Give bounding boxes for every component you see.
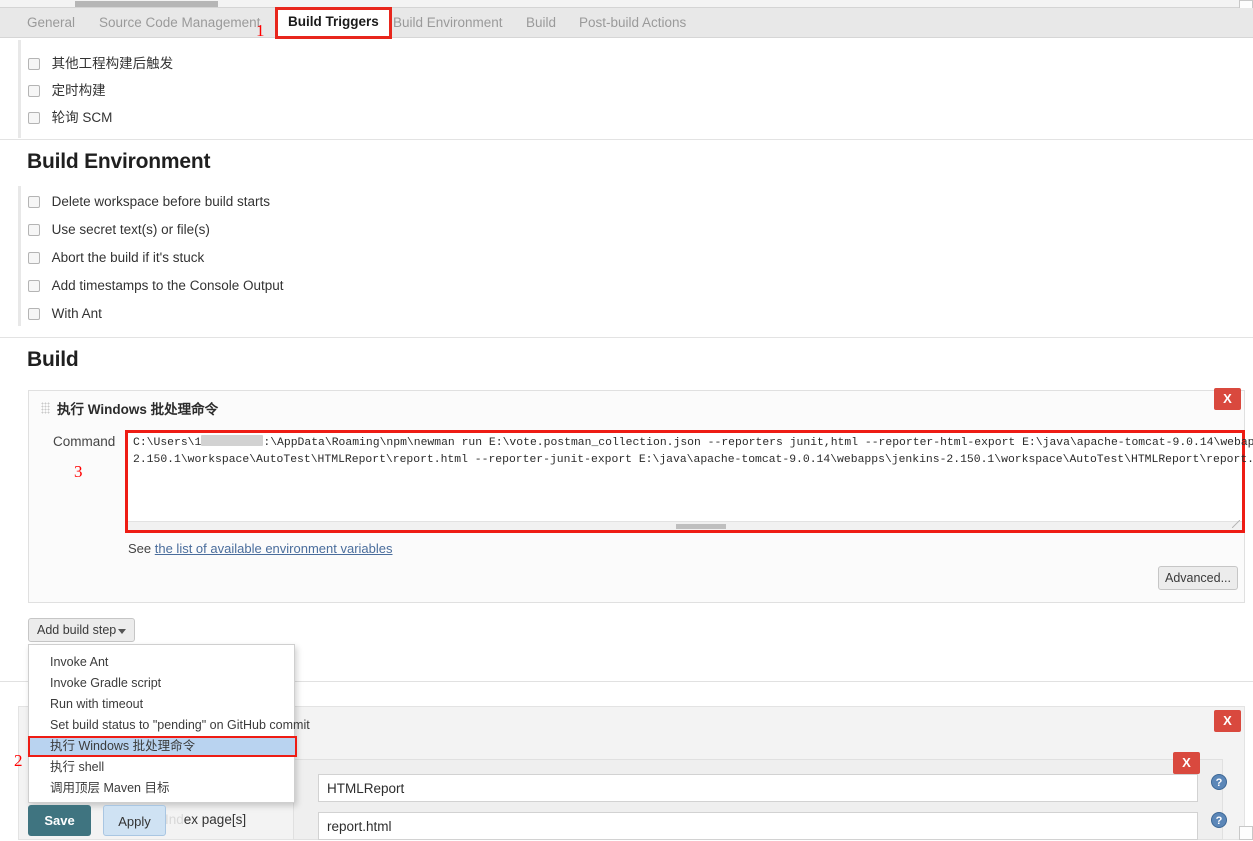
env-vars-hint: See the list of available environment va… xyxy=(128,541,393,556)
checkbox-label: Use secret text(s) or file(s) xyxy=(51,222,210,237)
checkbox-row-use-secret-text[interactable]: Use secret text(s) or file(s) xyxy=(28,222,210,244)
add-build-step-dropdown[interactable]: Invoke Ant Invoke Gradle script Run with… xyxy=(28,644,310,803)
checkbox-with-ant[interactable] xyxy=(28,308,40,320)
chevron-down-icon xyxy=(118,629,126,634)
redacted-username xyxy=(201,435,264,446)
command-textarea-wrapper[interactable]: C:\Users\1 :\AppData\Roaming\npm\newman r… xyxy=(125,430,1253,533)
apply-button[interactable]: Apply xyxy=(103,805,166,836)
index-pages-label-visible: ex page[s] xyxy=(183,812,247,827)
dropdown-item-run-with-timeout[interactable]: Run with timeout xyxy=(29,694,294,715)
checkbox-other-project-trigger[interactable] xyxy=(28,58,40,70)
config-tab-bar: General Source Code Management Build Tri… xyxy=(0,7,1253,39)
annotation-2: 2 xyxy=(14,751,23,770)
save-button[interactable]: Save xyxy=(28,805,91,836)
advanced-button[interactable]: Advanced... xyxy=(1158,566,1238,590)
remove-build-step-button[interactable]: X xyxy=(1214,388,1241,410)
tab-build[interactable]: Build xyxy=(524,8,558,38)
dropdown-item-execute-shell[interactable]: 执行 shell xyxy=(29,757,294,778)
command-line-2: 2.150.1\workspace\AutoTest\HTMLReport\re… xyxy=(133,454,1253,466)
checkbox-label: Add timestamps to the Console Output xyxy=(51,278,284,293)
annotation-3: 3 xyxy=(74,462,83,481)
command-line-1-rest: :\AppData\Roaming\npm\newman run E:\vote… xyxy=(263,437,1253,449)
remove-report-entry-button[interactable]: X xyxy=(1173,752,1200,774)
checkbox-row-other-project-trigger[interactable]: 其他工程构建后触发 xyxy=(28,52,173,74)
window-corner-resize[interactable] xyxy=(1239,826,1253,840)
dropdown-item-set-build-status[interactable]: Set build status to "pending" on GitHub … xyxy=(29,715,310,736)
checkbox-label: With Ant xyxy=(51,306,102,321)
section-left-edge-env xyxy=(18,186,21,326)
command-line-1: C:\Users\1 :\AppData\Roaming\npm\newman r… xyxy=(133,435,1253,452)
command-label: Command xyxy=(53,434,116,449)
tab-source-code-management[interactable]: Source Code Management xyxy=(97,8,262,38)
checkbox-poll-scm[interactable] xyxy=(28,112,40,124)
checkbox-label: 定时构建 xyxy=(51,83,106,98)
dropdown-item-invoke-gradle[interactable]: Invoke Gradle script xyxy=(29,673,294,694)
build-step-title: 执行 Windows 批处理命令 xyxy=(57,402,219,417)
checkbox-label: Delete workspace before build starts xyxy=(51,194,270,209)
command-scrollbar-thumb[interactable] xyxy=(676,524,726,529)
drag-handle-icon[interactable] xyxy=(41,402,50,414)
checkbox-scheduled-build[interactable] xyxy=(28,85,40,97)
checkbox-label: 轮询 SCM xyxy=(51,110,113,125)
section-title-build: Build xyxy=(27,348,79,371)
checkbox-use-secret-text[interactable] xyxy=(28,224,40,236)
checkbox-row-scheduled-build[interactable]: 定时构建 xyxy=(28,79,106,101)
checkbox-add-timestamps[interactable] xyxy=(28,280,40,292)
tab-general[interactable]: General xyxy=(25,8,77,38)
dropdown-item-windows-batch[interactable]: 执行 Windows 批处理命令 xyxy=(28,736,297,757)
checkbox-label: 其他工程构建后触发 xyxy=(51,56,174,71)
index-pages-label-hidden: Ind xyxy=(165,812,184,827)
checkbox-label: Abort the build if it's stuck xyxy=(51,250,205,265)
checkbox-delete-workspace[interactable] xyxy=(28,196,40,208)
divider xyxy=(0,139,1253,140)
scrollbar-thumb[interactable] xyxy=(75,1,218,7)
help-icon[interactable]: ? xyxy=(1211,774,1227,790)
command-horizontal-scrollbar[interactable] xyxy=(128,521,1242,530)
add-build-step-label: Add build step xyxy=(37,623,117,637)
help-icon[interactable]: ? xyxy=(1211,812,1227,828)
add-build-step-button[interactable]: Add build step xyxy=(28,618,135,642)
section-title-build-environment: Build Environment xyxy=(27,150,211,173)
annotation-1: 1 xyxy=(256,21,265,40)
checkbox-row-with-ant[interactable]: With Ant xyxy=(28,306,102,328)
html-directory-field[interactable]: HTMLReport xyxy=(318,774,1198,802)
section-left-edge-triggers xyxy=(18,40,21,138)
textarea-resize-handle[interactable] xyxy=(1232,520,1240,528)
divider xyxy=(0,337,1253,338)
env-vars-link[interactable]: the list of available environment variab… xyxy=(155,541,393,556)
index-pages-label: Index page[s] xyxy=(165,812,246,827)
checkbox-row-abort-stuck-build[interactable]: Abort the build if it's stuck xyxy=(28,250,204,272)
command-user-prefix: C:\Users\1 xyxy=(133,437,202,449)
dropdown-item-invoke-ant[interactable]: Invoke Ant xyxy=(29,652,294,673)
checkbox-row-add-timestamps[interactable]: Add timestamps to the Console Output xyxy=(28,278,284,300)
remove-post-build-action-button[interactable]: X xyxy=(1214,710,1241,732)
env-vars-hint-prefix: See xyxy=(128,541,155,556)
build-step-header: 执行 Windows 批处理命令 xyxy=(29,391,1244,423)
tab-build-environment[interactable]: Build Environment xyxy=(391,8,505,38)
tab-build-triggers[interactable]: Build Triggers xyxy=(275,7,392,39)
dropdown-item-maven-targets[interactable]: 调用顶层 Maven 目标 xyxy=(29,778,294,799)
checkbox-row-delete-workspace[interactable]: Delete workspace before build starts xyxy=(28,194,270,216)
index-pages-field[interactable]: report.html xyxy=(318,812,1198,840)
window-horizontal-scrollbar[interactable] xyxy=(0,0,1253,8)
checkbox-abort-stuck-build[interactable] xyxy=(28,252,40,264)
checkbox-row-poll-scm[interactable]: 轮询 SCM xyxy=(28,106,112,128)
tab-post-build-actions[interactable]: Post-build Actions xyxy=(577,8,688,38)
